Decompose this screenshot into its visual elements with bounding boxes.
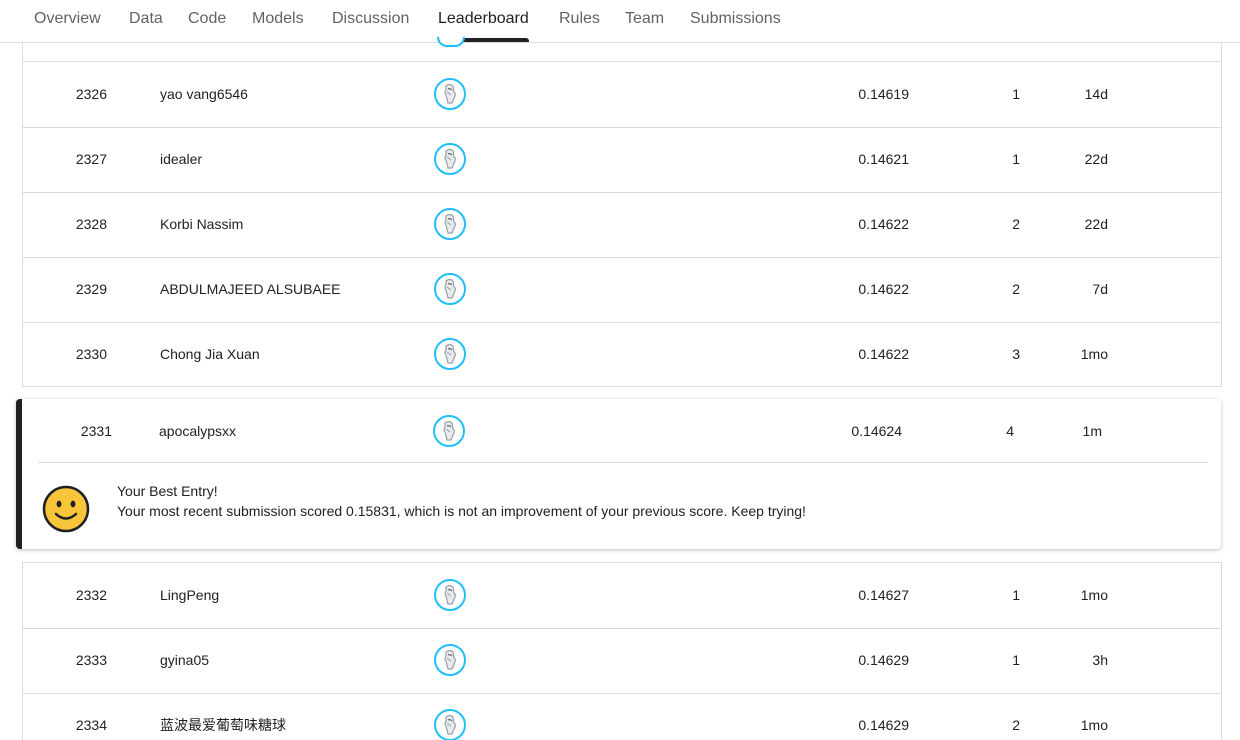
score-cell: 0.14624	[851, 423, 902, 439]
entries-cell: 1	[1012, 587, 1020, 603]
submission-feedback-text: Your most recent submission scored 0.158…	[117, 503, 806, 519]
tab-code[interactable]: Code	[188, 0, 226, 42]
your-entry-card: 2331 apocalypsxx 0.14624 4 1m Your Best …	[16, 399, 1221, 549]
team-name-link[interactable]: apocalypsxx	[159, 399, 419, 463]
last-submission-cell: 22d	[1084, 151, 1108, 167]
rank-cell: 2326	[75, 86, 107, 102]
table-row[interactable]: 2329 ABDULMAJEED ALSUBAEE 0.14622 2 7d	[23, 257, 1221, 323]
table-row[interactable]: 2333 gyina05 0.14629 1 3h	[23, 628, 1221, 694]
table-row[interactable]: 2332 LingPeng 0.14627 1 1mo	[23, 563, 1221, 629]
table-row[interactable]: 2326 yao vang6546 0.14619 1 14d	[23, 62, 1221, 128]
entries-cell: 1	[1012, 151, 1020, 167]
leaderboard-page: Overview Data Code Models Discussion Lea…	[0, 0, 1240, 740]
tab-submissions[interactable]: Submissions	[690, 0, 781, 42]
score-cell: 0.14627	[858, 587, 909, 603]
rank-cell: 2329	[75, 281, 107, 297]
tab-leaderboard[interactable]: Leaderboard	[438, 0, 529, 42]
default-avatar-icon[interactable]	[434, 709, 466, 740]
team-name-link[interactable]: Chong Jia Xuan	[160, 322, 420, 386]
entries-cell: 2	[1012, 216, 1020, 232]
default-avatar-icon[interactable]	[434, 579, 466, 611]
tab-data[interactable]: Data	[129, 0, 163, 42]
your-table-row[interactable]: 2331 apocalypsxx 0.14624 4 1m	[22, 399, 1221, 464]
entries-cell: 2	[1012, 281, 1020, 297]
last-submission-cell: 14d	[1084, 86, 1108, 102]
score-cell: 0.14622	[858, 281, 909, 297]
table-row[interactable]: 2327 idealer 0.14621 1 22d	[23, 127, 1221, 193]
team-name-link[interactable]: gyina05	[160, 628, 420, 692]
default-avatar-icon[interactable]	[434, 208, 466, 240]
team-name-link[interactable]: idealer	[160, 127, 420, 191]
rank-cell: 2333	[75, 652, 107, 668]
table-row[interactable]: 2328 Korbi Nassim 0.14622 2 22d	[23, 192, 1221, 258]
tab-overview[interactable]: Overview	[34, 0, 101, 42]
score-cell: 0.14622	[858, 216, 909, 232]
rank-cell: 2328	[75, 216, 107, 232]
default-avatar-icon[interactable]	[434, 143, 466, 175]
entries-cell: 3	[1012, 346, 1020, 362]
rank-cell: 2330	[75, 346, 107, 362]
team-name-link[interactable]: LingPeng	[160, 563, 420, 627]
rank-cell: 2331	[80, 423, 112, 439]
tab-discussion[interactable]: Discussion	[332, 0, 409, 42]
entries-cell: 1	[1012, 652, 1020, 668]
tab-team[interactable]: Team	[625, 0, 664, 42]
team-name-link[interactable]: 蓝波最爱葡萄味糖球	[160, 693, 420, 740]
team-name-link[interactable]: yao vang6546	[160, 62, 420, 126]
last-submission-cell: 1mo	[1080, 346, 1108, 362]
default-avatar-icon[interactable]	[434, 273, 466, 305]
entries-cell: 2	[1012, 717, 1020, 733]
last-submission-cell: 7d	[1092, 281, 1108, 297]
last-submission-cell: 1mo	[1080, 717, 1108, 733]
score-cell: 0.14622	[858, 346, 909, 362]
tab-rules[interactable]: Rules	[559, 0, 600, 42]
best-entry-title: Your Best Entry!	[117, 483, 218, 499]
default-avatar-icon[interactable]	[434, 78, 466, 110]
rank-cell: 2334	[75, 717, 107, 733]
tab-models[interactable]: Models	[252, 0, 304, 42]
rank-cell: 2327	[75, 151, 107, 167]
score-cell: 0.14629	[858, 652, 909, 668]
score-cell: 0.14629	[858, 717, 909, 733]
default-avatar-icon[interactable]	[433, 415, 465, 447]
last-submission-cell: 1mo	[1080, 587, 1108, 603]
table-row[interactable]: 2330 Chong Jia Xuan 0.14622 3 1mo	[23, 322, 1221, 387]
default-avatar-icon[interactable]	[434, 338, 466, 370]
table-row[interactable]: 2334 蓝波最爱葡萄味糖球 0.14629 2 1mo	[23, 693, 1221, 740]
team-name-link[interactable]: ABDULMAJEED ALSUBAEE	[160, 257, 420, 321]
last-submission-cell: 22d	[1084, 216, 1108, 232]
score-cell: 0.14621	[858, 151, 909, 167]
entries-cell: 1	[1012, 86, 1020, 102]
entries-cell: 4	[1006, 423, 1014, 439]
default-avatar-icon[interactable]	[434, 644, 466, 676]
score-cell: 0.14619	[858, 86, 909, 102]
competition-tab-bar: Overview Data Code Models Discussion Lea…	[0, 0, 1240, 43]
leaderboard-table-upper: 2326 yao vang6546 0.14619 1 14d 2327 ide…	[22, 0, 1222, 387]
last-submission-cell: 3h	[1092, 652, 1108, 668]
team-name-link[interactable]: Korbi Nassim	[160, 192, 420, 256]
leaderboard-table-lower: 2332 LingPeng 0.14627 1 1mo 2333 gyina05…	[22, 562, 1222, 740]
rank-cell: 2332	[75, 587, 107, 603]
divider	[38, 462, 1208, 463]
last-submission-cell: 1m	[1082, 423, 1102, 439]
smiley-icon	[42, 485, 90, 538]
